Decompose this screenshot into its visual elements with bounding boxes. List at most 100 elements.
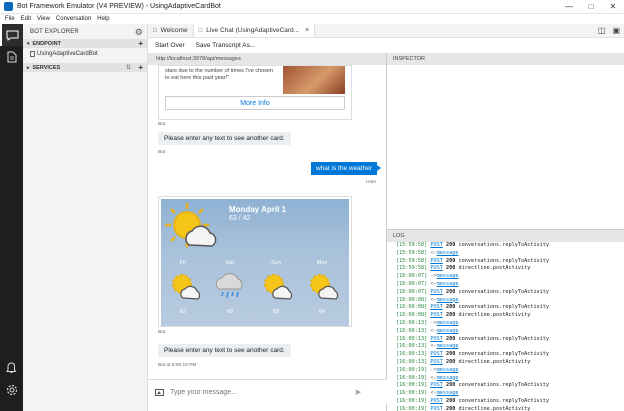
send-icon[interactable]: ➤ <box>354 387 362 398</box>
log-post-link[interactable]: POST <box>430 336 443 342</box>
menu-edit[interactable]: Edit <box>21 16 31 22</box>
welcome-tab-icon: □ <box>153 27 157 34</box>
sun-cloud-icon <box>264 274 293 300</box>
more-info-button[interactable]: More Info <box>165 96 345 110</box>
log-line: [16:00:19] <-message <box>396 390 624 398</box>
menu-help[interactable]: Help <box>97 16 109 22</box>
log-text: conversations.replyToActivity <box>455 257 550 264</box>
menu-view[interactable]: View <box>37 16 50 22</box>
log-post-link[interactable]: POST <box>430 406 443 411</box>
gear-icon <box>6 384 17 396</box>
document-nav-button[interactable] <box>0 46 23 68</box>
log-message-link[interactable]: message <box>437 375 459 381</box>
log-body[interactable]: [15:59:58] POST 200 conversations.replyT… <box>396 242 624 411</box>
explorer-header: BOT EXPLORER ⚙ <box>23 24 147 39</box>
message-composer: ➤ <box>148 379 387 404</box>
log-timestamp: [15:59:58] <box>396 242 431 248</box>
start-over-button[interactable]: Start Over <box>155 42 185 49</box>
tab-live-chat-label: Live Chat (UsingAdaptiveCard... <box>206 27 300 34</box>
services-header-label: SERVICES <box>32 64 61 71</box>
bot-message: Please enter any text to see another car… <box>158 132 291 145</box>
sun-cloud-icon <box>310 274 339 300</box>
log-text: conversations.replyToActivity <box>455 288 550 295</box>
log-post-link[interactable]: POST <box>430 398 443 404</box>
menu-file[interactable]: File <box>5 16 15 22</box>
log-timestamp: [16:00:13] <box>396 343 431 350</box>
split-view-icon[interactable]: ◫ <box>598 26 606 35</box>
collapse-arrow-icon: ▾ <box>27 40 30 47</box>
log-text: directline.postActivity <box>455 405 531 411</box>
log-line: [16:00:07] POST 200 conversations.replyT… <box>396 289 624 297</box>
log-line: [16:00:13] <-message <box>396 343 624 351</box>
upload-image-icon[interactable] <box>155 388 164 396</box>
log-line: [16:00:13] POST 200 conversations.replyT… <box>396 351 624 359</box>
log-post-link[interactable]: POST <box>430 289 443 295</box>
log-message-link[interactable]: message <box>437 328 459 334</box>
log-status: 200 <box>442 257 456 264</box>
log-message-link[interactable]: message <box>437 250 459 256</box>
log-message-link[interactable]: message <box>437 390 459 396</box>
log-timestamp: [16:00:13] <box>396 351 431 358</box>
log-message-link[interactable]: message <box>437 367 459 373</box>
log-post-link[interactable]: POST <box>430 382 443 388</box>
nav-rail <box>0 24 23 411</box>
log-message-link[interactable]: message <box>437 281 459 287</box>
explorer-settings-icon[interactable]: ⚙ <box>135 27 143 38</box>
close-tab-icon[interactable]: × <box>305 27 309 34</box>
log-message-link[interactable]: message <box>437 273 459 279</box>
log-post-link[interactable]: POST <box>430 359 443 365</box>
user-message: what is the weather <box>311 162 382 175</box>
log-message-link[interactable]: message <box>437 297 459 303</box>
log-status: 200 <box>442 312 456 319</box>
add-endpoint-button[interactable]: + <box>138 39 143 48</box>
log-panel: LOG [15:59:58] POST 200 conversations.re… <box>387 229 624 411</box>
tab-welcome-label: Welcome <box>160 27 188 34</box>
forecast-temp: 62 <box>179 309 187 315</box>
endpoint-header-label: ENDPOINT <box>32 40 61 47</box>
chat-icon <box>6 30 19 41</box>
chat-transcript[interactable]: stars due to the number of times I've ch… <box>148 65 387 379</box>
message-input[interactable] <box>170 388 350 396</box>
log-message-link[interactable]: message <box>437 343 459 349</box>
bot-file-icon <box>30 50 35 57</box>
log-timestamp: [16:00:08] <box>396 304 431 311</box>
log-status: 200 <box>442 304 456 311</box>
sort-icon[interactable]: ⇅ <box>126 64 131 71</box>
save-transcript-button[interactable]: Save Transcript As... <box>196 42 256 49</box>
chat-nav-button[interactable] <box>0 24 23 46</box>
rain-cloud-icon <box>215 273 243 299</box>
forecast-temp: 60 <box>226 309 234 315</box>
log-line: [15:59:58] POST 200 conversations.replyT… <box>396 258 624 266</box>
weather-day: Monday April 1 <box>229 205 287 214</box>
menu-conversation[interactable]: Conversation <box>56 16 91 22</box>
presentation-mode-icon[interactable]: ▣ <box>612 26 620 35</box>
log-post-link[interactable]: POST <box>430 351 443 357</box>
services-section-header[interactable]: ▸ SERVICES ⇅ + <box>23 63 147 72</box>
endpoint-item[interactable]: UsingAdaptiveCardBot <box>23 48 147 59</box>
minimize-button[interactable]: — <box>558 0 580 14</box>
maximize-button[interactable]: □ <box>580 0 602 14</box>
inspector-panel: INSPECTOR <box>387 53 624 229</box>
log-post-link[interactable]: POST <box>430 242 443 248</box>
log-post-link[interactable]: POST <box>430 258 443 264</box>
log-timestamp: [16:00:19] <box>396 374 431 381</box>
tab-welcome[interactable]: □ Welcome <box>148 24 194 37</box>
log-line: [16:00:08] POST 200 directline.postActiv… <box>396 312 624 320</box>
tab-strip: □ Welcome □ Live Chat (UsingAdaptiveCard… <box>148 24 624 38</box>
document-icon <box>7 51 16 63</box>
log-status: 200 <box>442 351 456 358</box>
log-timestamp: [16:00:07] <box>396 273 431 280</box>
log-text: conversations.replyToActivity <box>455 335 550 342</box>
add-service-button[interactable]: + <box>138 63 143 72</box>
forecast-day: Fri <box>179 260 187 266</box>
bot-label: Bot <box>158 330 166 335</box>
log-post-link[interactable]: POST <box>430 304 443 310</box>
log-post-link[interactable]: POST <box>430 265 443 271</box>
close-button[interactable]: ✕ <box>602 0 624 14</box>
log-post-link[interactable]: POST <box>430 312 443 318</box>
log-message-link[interactable]: message <box>437 320 459 326</box>
notifications-button[interactable] <box>0 357 23 379</box>
endpoint-section-header[interactable]: ▾ ENDPOINT + <box>23 39 147 48</box>
tab-live-chat[interactable]: □ Live Chat (UsingAdaptiveCard... × <box>193 24 316 37</box>
settings-button[interactable] <box>0 379 23 401</box>
